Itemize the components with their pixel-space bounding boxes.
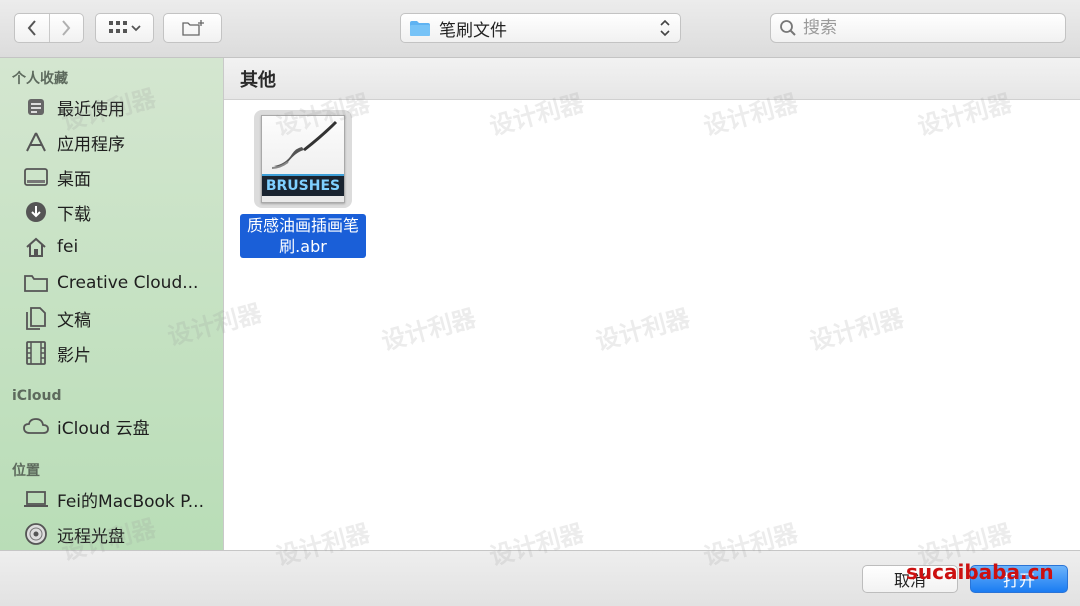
sidebar-item-label: iCloud 云盘 [57, 418, 150, 439]
sidebar-section-locations: 位置 [12, 463, 40, 479]
sidebar-item-macbook[interactable]: Fei的MacBook P... [22, 484, 218, 514]
sidebar-item-applications[interactable]: 应用程序 [22, 127, 218, 157]
sidebar-item-label: fei [57, 237, 79, 257]
search-input[interactable] [803, 18, 1043, 38]
chevron-down-icon [130, 25, 141, 32]
cloud-icon [22, 414, 50, 438]
sidebar-item-label: 桌面 [57, 169, 91, 190]
film-icon [22, 341, 50, 365]
nav-buttons [14, 13, 84, 43]
sidebar-item-label: 影片 [57, 345, 91, 366]
documents-icon [22, 306, 50, 330]
sidebar-item-downloads[interactable]: 下载 [22, 197, 218, 227]
sidebar-item-label: 远程光盘 [57, 526, 125, 547]
chevron-left-icon [27, 20, 36, 36]
forward-button[interactable] [48, 14, 83, 42]
toolbar: 笔刷文件 [0, 0, 1080, 58]
sidebar-item-label: 应用程序 [57, 134, 125, 155]
file-thumb-label: BRUSHES [262, 174, 344, 196]
open-button[interactable]: 打开 [970, 565, 1068, 593]
chevron-right-icon [62, 20, 71, 36]
grid-icon [108, 21, 127, 33]
disc-icon [22, 522, 50, 546]
download-icon [22, 200, 50, 224]
applications-icon [22, 130, 50, 154]
home-icon [22, 235, 50, 259]
dialog-footer: 取消 打开 [0, 550, 1080, 606]
clock-icon [22, 95, 50, 119]
file-thumbnail: BRUSHES [254, 110, 352, 208]
sidebar: 个人收藏 最近使用 应用程序 桌面 下载 fei Creative Cloud. [0, 58, 224, 550]
sidebar-item-desktop[interactable]: 桌面 [22, 162, 218, 192]
sidebar-item-icloud-drive[interactable]: iCloud 云盘 [22, 411, 218, 441]
sidebar-item-remote-disc[interactable]: 远程光盘 [22, 519, 218, 549]
sidebar-item-movies[interactable]: 影片 [22, 338, 218, 368]
location-header: 其他 [224, 58, 1080, 100]
new-folder-button[interactable] [163, 13, 222, 43]
laptop-icon [22, 487, 50, 511]
path-popup[interactable]: 笔刷文件 [400, 13, 681, 43]
search-box[interactable] [770, 13, 1066, 43]
updown-icon [656, 19, 674, 37]
search-icon [780, 20, 796, 36]
sidebar-item-recents[interactable]: 最近使用 [22, 92, 218, 122]
sidebar-item-label: Fei的MacBook P... [57, 491, 204, 512]
cancel-button[interactable]: 取消 [862, 565, 958, 593]
path-label: 笔刷文件 [439, 20, 507, 41]
file-browser: BRUSHES 质感油画插画笔刷.abr [224, 100, 1080, 550]
sidebar-section-favorites: 个人收藏 [12, 71, 68, 87]
paintbrush-icon [271, 120, 338, 169]
sidebar-item-home[interactable]: fei [22, 232, 218, 262]
new-folder-icon [181, 20, 204, 36]
brush-file-icon: BRUSHES [261, 115, 345, 203]
sidebar-item-label: 下载 [57, 204, 91, 225]
sidebar-item-label: 文稿 [57, 310, 91, 331]
back-button[interactable] [15, 14, 49, 42]
desktop-icon [22, 165, 50, 189]
sidebar-item-creative-cloud[interactable]: Creative Cloud... [22, 268, 218, 298]
view-mode-button[interactable] [95, 13, 154, 43]
sidebar-item-label: 最近使用 [57, 99, 125, 120]
sidebar-item-label: Creative Cloud... [57, 273, 199, 293]
folder-icon [410, 20, 430, 36]
sidebar-item-documents[interactable]: 文稿 [22, 303, 218, 333]
file-name-label: 质感油画插画笔刷.abr [240, 214, 366, 258]
sidebar-section-icloud: iCloud [12, 388, 62, 404]
file-item[interactable]: BRUSHES 质感油画插画笔刷.abr [238, 110, 368, 258]
folder-icon [22, 271, 50, 295]
